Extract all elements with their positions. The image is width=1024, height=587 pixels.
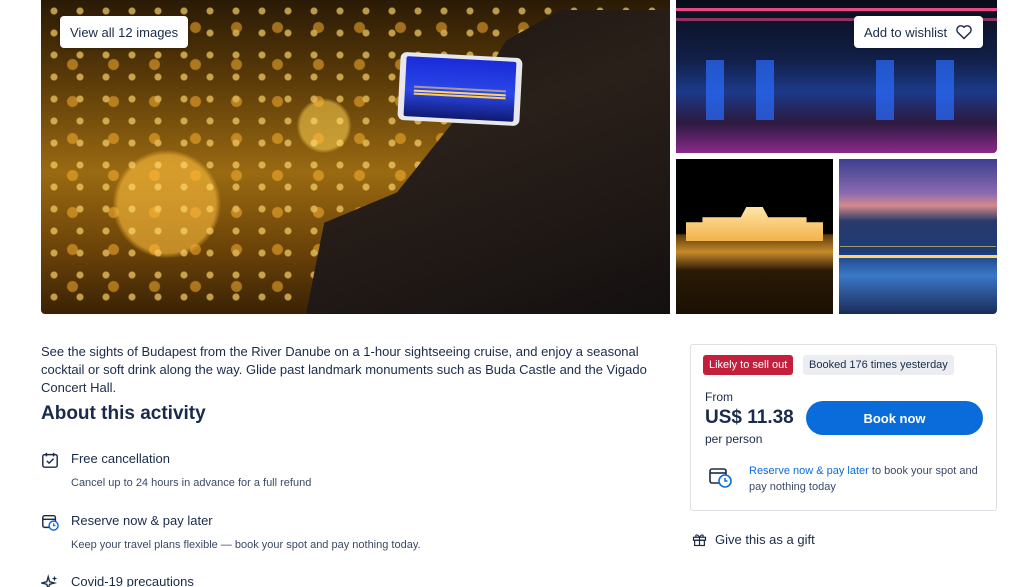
calendar-clock-icon — [709, 468, 732, 488]
parliament-photo[interactable] — [676, 159, 833, 314]
price: US$ 11.38 — [705, 407, 794, 428]
feature-reserve-later: Reserve now & pay later Keep your travel… — [41, 512, 421, 551]
book-now-button[interactable]: Book now — [806, 401, 983, 435]
gift-icon — [692, 534, 707, 547]
sparkle-icon — [41, 574, 58, 587]
feature-title: Reserve now & pay later — [71, 513, 213, 528]
booked-count-badge: Booked 176 times yesterday — [803, 355, 954, 375]
window-light — [756, 60, 774, 120]
likely-to-sell-out-badge: Likely to sell out — [703, 355, 794, 375]
reserve-info: Reserve now & pay later to book your spo… — [749, 463, 984, 495]
wishlist-label: Add to wishlist — [864, 24, 948, 40]
activity-description: See the sights of Budapest from the Rive… — [41, 344, 647, 395]
window-light — [876, 60, 894, 120]
from-label: From — [705, 390, 733, 404]
feature-title: Covid-19 precautions — [71, 574, 194, 587]
reserve-now-link[interactable]: Reserve now & pay later — [749, 465, 869, 477]
give-as-gift-button[interactable]: Give this as a gift — [692, 532, 815, 547]
feature-title: Free cancellation — [71, 451, 170, 466]
feature-desc: Keep your travel plans flexible — book y… — [71, 539, 421, 551]
feature-covid: Covid-19 precautions — [41, 573, 194, 587]
heart-icon — [956, 25, 972, 40]
calendar-check-icon — [42, 452, 58, 468]
window-light — [706, 60, 724, 120]
booking-card: Likely to sell out Booked 176 times yest… — [690, 344, 997, 511]
chain-bridge-photo[interactable] — [839, 159, 997, 314]
feature-free-cancellation: Free cancellation Cancel up to 24 hours … — [41, 450, 311, 489]
ceiling-light — [676, 8, 997, 11]
view-all-images-button[interactable]: View all 12 images — [60, 16, 189, 48]
gift-label: Give this as a gift — [715, 532, 815, 547]
about-title: About this activity — [41, 403, 206, 424]
view-all-label: View all 12 images — [70, 24, 179, 40]
per-person-label: per person — [705, 432, 763, 446]
feature-desc: Cancel up to 24 hours in advance for a f… — [71, 477, 312, 489]
add-to-wishlist-button[interactable]: Add to wishlist — [854, 16, 984, 48]
calendar-clock-icon — [42, 514, 59, 531]
bridge-lights — [839, 255, 997, 258]
phone — [397, 51, 523, 127]
phone-screen — [403, 56, 517, 122]
parliament-building — [686, 207, 823, 241]
window-light — [936, 60, 954, 120]
